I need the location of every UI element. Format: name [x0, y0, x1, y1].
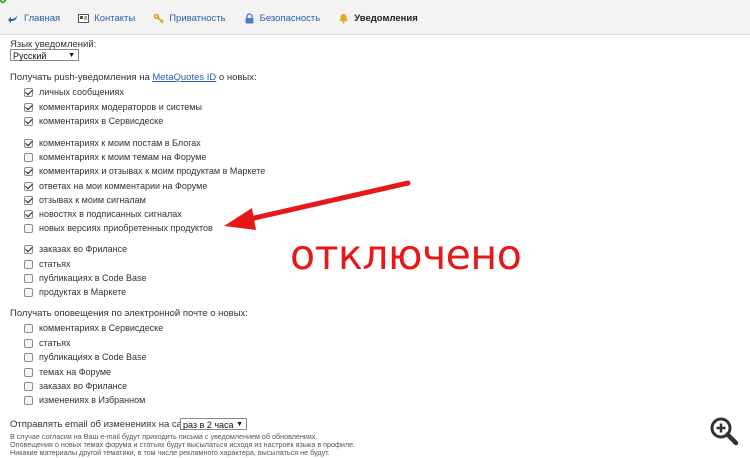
metaquotes-id-link[interactable]: MetaQuotes ID	[152, 72, 216, 83]
push-option-row[interactable]: продуктах в Маркете	[24, 286, 126, 298]
push-option-label: статьях	[39, 259, 71, 269]
lock-icon	[245, 13, 254, 24]
push-checkbox[interactable]	[24, 223, 33, 233]
push-checkbox[interactable]	[24, 273, 33, 283]
tab-home-label: Главная	[24, 13, 61, 24]
tab-notifications[interactable]: Уведомления	[338, 13, 418, 24]
bell-icon	[339, 14, 348, 24]
push-option-label: комментариях модераторов и системы	[39, 102, 202, 112]
push-checkbox[interactable]	[24, 181, 33, 191]
email-checkbox[interactable]	[24, 323, 33, 333]
push-option-row[interactable]: публикациях в Code Base	[24, 272, 147, 284]
email-option-row[interactable]: темах на Форуме	[24, 366, 111, 378]
tab-privacy-label: Приватность	[169, 13, 226, 24]
push-option-label: новых версиях приобретенных продуктов	[39, 223, 213, 233]
annotation-label: отключено	[290, 231, 522, 279]
push-option-row[interactable]: личных сообщениях	[24, 86, 124, 98]
push-option-label: комментариях и отзывах к моим продуктам …	[39, 166, 266, 176]
push-checkbox[interactable]	[24, 209, 33, 219]
tab-contacts-label: Контакты	[94, 13, 136, 24]
push-option-row[interactable]: статьях	[24, 258, 71, 270]
push-heading-suffix: о новых:	[218, 72, 257, 83]
email-checkbox[interactable]	[24, 352, 33, 362]
push-checkbox[interactable]	[24, 138, 33, 148]
email-option-row[interactable]: публикациях в Code Base	[24, 351, 147, 363]
email-option-label: изменениях в Избранном	[39, 395, 146, 405]
tab-security[interactable]: Безопасность	[244, 13, 321, 24]
push-option-row[interactable]: новостях в подписанных сигналах	[24, 208, 182, 220]
push-option-label: новостях в подписанных сигналах	[39, 209, 182, 219]
tab-security-label: Безопасность	[259, 13, 321, 24]
push-option-row[interactable]: комментариях и отзывах к моим продуктам …	[24, 165, 265, 177]
email-frequency-select[interactable]: раз в 2 часа ▼	[180, 418, 247, 430]
top-nav-bar: Главная Контакты Приватность Безопасност…	[0, 0, 750, 35]
email-option-label: комментариях в Сервисдеске	[39, 323, 164, 333]
email-option-row[interactable]: заказах во Фрилансе	[24, 380, 127, 392]
push-checkbox[interactable]	[24, 195, 33, 205]
push-checkbox[interactable]	[24, 259, 33, 269]
push-checkbox[interactable]	[24, 116, 33, 126]
dropdown-arrow-icon: ▼	[68, 52, 75, 59]
email-frequency-label: Отправлять email об изменениях на сайте:	[10, 419, 200, 430]
tab-home[interactable]: Главная	[8, 13, 60, 24]
push-option-label: отзывах к моим сигналам	[39, 195, 146, 205]
tab-notifications-label: Уведомления	[354, 13, 418, 24]
email-option-label: публикациях в Code Base	[39, 352, 147, 362]
email-checkbox[interactable]	[24, 381, 33, 391]
push-option-label: продуктах в Маркете	[39, 287, 127, 297]
key-icon	[153, 13, 164, 24]
push-checkbox[interactable]	[24, 152, 33, 162]
push-checkbox[interactable]	[24, 102, 33, 112]
email-option-row[interactable]: статьях	[24, 337, 71, 349]
push-option-row[interactable]: комментариях модераторов и системы	[24, 101, 202, 113]
email-option-label: статьях	[39, 338, 71, 348]
email-heading: Получать оповещения по электронной почте…	[10, 308, 248, 319]
email-checkbox[interactable]	[24, 367, 33, 377]
push-option-row[interactable]: ответах на мои комментарии на Форуме	[24, 180, 207, 192]
push-option-label: публикациях в Code Base	[39, 273, 147, 283]
push-option-label: комментариях к моим темам на Форуме	[39, 152, 207, 162]
email-option-row[interactable]: комментариях в Сервисдеске	[24, 322, 163, 334]
push-option-label: ответах на мои комментарии на Форуме	[39, 181, 208, 191]
push-option-row[interactable]: отзывах к моим сигналам	[24, 194, 146, 206]
dropdown-arrow-icon: ▼	[236, 421, 243, 428]
push-heading-prefix: Получать push-уведомления на	[10, 72, 150, 83]
push-option-label: личных сообщениях	[39, 87, 124, 97]
tabs: Главная Контакты Приватность Безопасност…	[8, 13, 436, 24]
note-line: Никакие материалы другой тематики, в том…	[10, 448, 330, 457]
tab-privacy[interactable]: Приватность	[153, 13, 226, 24]
push-option-row[interactable]: комментариях к моим постам в Блогах	[24, 137, 201, 149]
email-option-label: заказах во Фрилансе	[39, 381, 128, 391]
push-option-row[interactable]: заказах во Фрилансе	[24, 243, 127, 255]
zoom-in-icon[interactable]	[709, 416, 739, 446]
tab-contacts[interactable]: Контакты	[78, 13, 135, 24]
email-option-label: темах на Форуме	[39, 367, 112, 377]
push-checkbox[interactable]	[24, 244, 33, 254]
push-option-row[interactable]: комментариях в Сервисдеске	[24, 115, 163, 127]
push-option-label: комментариях в Сервисдеске	[39, 116, 164, 126]
language-select-value: Русский	[13, 51, 47, 61]
language-select[interactable]: Русский ▼	[10, 49, 79, 61]
push-heading: Получать push-уведомления на MetaQuotes …	[10, 72, 257, 83]
email-checkbox[interactable]	[24, 338, 33, 348]
push-option-row[interactable]: новых версиях приобретенных продуктов	[24, 222, 213, 234]
contacts-card-icon	[78, 14, 90, 23]
back-arrow-icon	[8, 15, 17, 23]
push-checkbox[interactable]	[24, 87, 33, 97]
push-option-label: комментариях к моим постам в Блогах	[39, 138, 201, 148]
checkmark-icon	[0, 0, 7, 3]
email-option-row[interactable]: изменениях в Избранном	[24, 394, 145, 406]
push-checkbox[interactable]	[24, 166, 33, 176]
push-option-label: заказах во Фрилансе	[39, 244, 128, 254]
push-checkbox[interactable]	[24, 287, 33, 297]
email-frequency-value: раз в 2 часа	[183, 420, 234, 430]
email-checkbox[interactable]	[24, 395, 33, 405]
push-option-row[interactable]: комментариях к моим темам на Форуме	[24, 151, 206, 163]
